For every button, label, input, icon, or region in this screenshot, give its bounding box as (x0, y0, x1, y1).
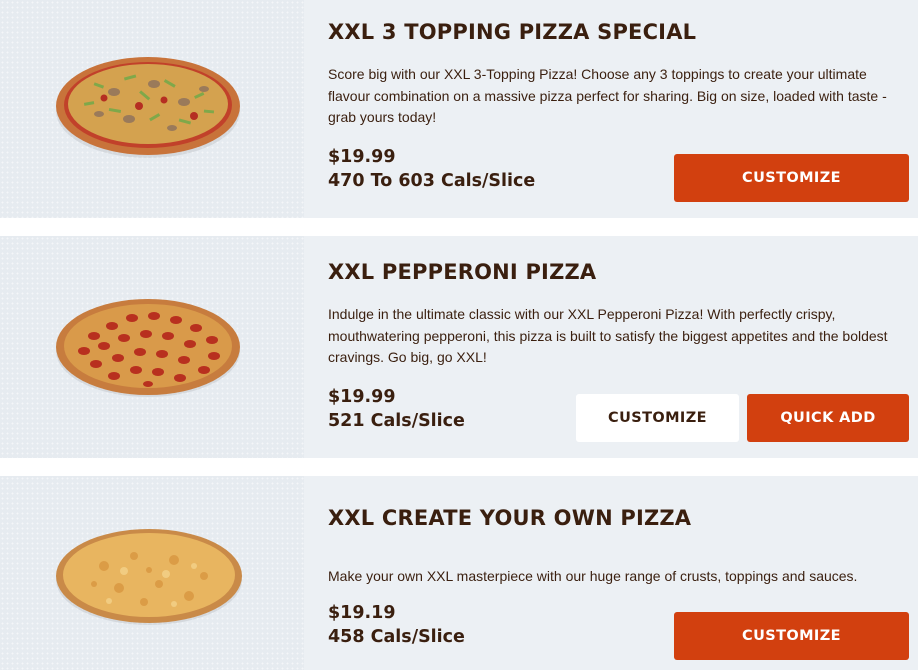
pizza-image[interactable] (0, 476, 304, 670)
customize-button[interactable]: CUSTOMIZE (576, 394, 739, 442)
item-price: $19.19 (328, 603, 396, 623)
menu-item-card: XXL 3 TOPPING PIZZA SPECIAL Score big wi… (0, 0, 918, 218)
item-title: XXL CREATE YOUR OWN PIZZA (328, 506, 692, 530)
customize-button[interactable]: CUSTOMIZE (674, 612, 909, 660)
item-title: XXL PEPPERONI PIZZA (328, 260, 597, 284)
item-price: $19.99 (328, 147, 396, 167)
menu-item-card: XXL PEPPERONI PIZZA Indulge in the ultim… (0, 236, 918, 458)
item-description: Indulge in the ultimate classic with our… (328, 306, 888, 365)
item-calories: 470 To 603 Cals/Slice (328, 171, 536, 191)
item-calories: 458 Cals/Slice (328, 627, 465, 647)
pizza-cheese-icon (56, 529, 242, 625)
pizza-pepperoni-icon (56, 299, 240, 397)
pizza-supreme-icon (56, 57, 240, 158)
item-title: XXL 3 TOPPING PIZZA SPECIAL (328, 20, 697, 44)
item-calories: 521 Cals/Slice (328, 411, 465, 431)
menu-item-card: XXL CREATE YOUR OWN PIZZA Make your own … (0, 476, 918, 670)
customize-button[interactable]: CUSTOMIZE (674, 154, 909, 202)
item-description: Score big with our XXL 3-Topping Pizza! … (328, 66, 887, 125)
item-price: $19.99 (328, 387, 396, 407)
pizza-image[interactable] (0, 236, 304, 458)
item-description: Make your own XXL masterpiece with our h… (328, 568, 858, 584)
quick-add-button[interactable]: QUICK ADD (747, 394, 909, 442)
pizza-image[interactable] (0, 0, 304, 218)
